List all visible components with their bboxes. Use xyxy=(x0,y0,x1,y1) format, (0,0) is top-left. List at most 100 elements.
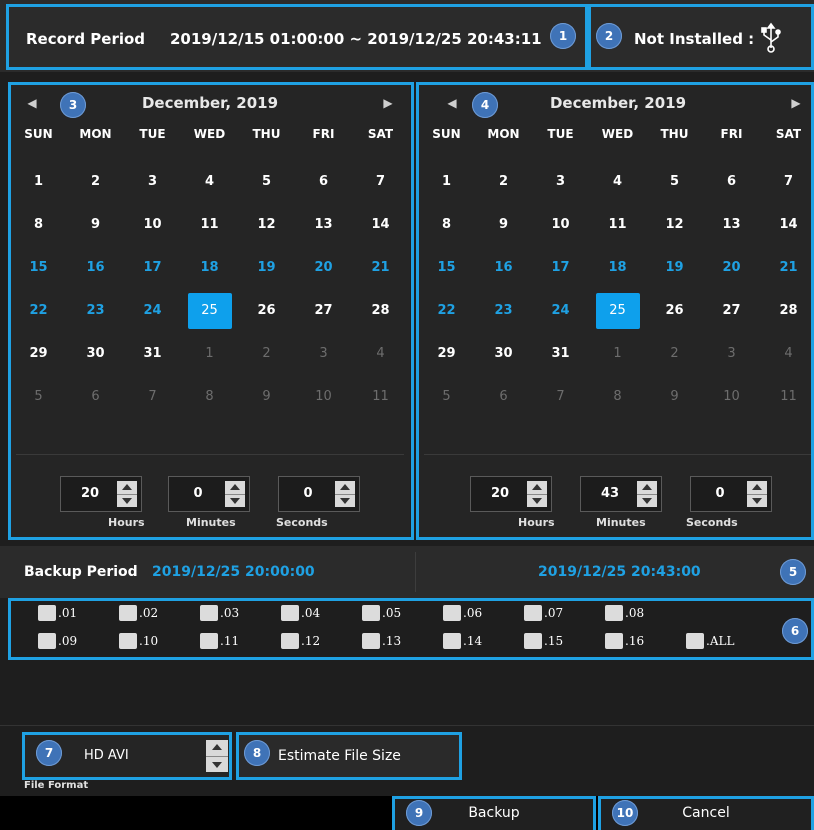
minutes-value[interactable]: 43 xyxy=(581,477,639,511)
calendar-day[interactable]: 2 xyxy=(262,346,270,361)
calendar-day[interactable]: 2 xyxy=(670,346,678,361)
minutes-spinner[interactable]: 43 xyxy=(580,476,662,512)
checkbox-icon[interactable] xyxy=(200,633,218,649)
calendar-day[interactable]: 3 xyxy=(727,346,735,361)
calendar-day[interactable]: 23 xyxy=(86,303,104,318)
calendar-day[interactable]: 7 xyxy=(376,174,385,189)
calendar-day[interactable]: 26 xyxy=(665,303,683,318)
checkbox-icon[interactable] xyxy=(281,633,299,649)
calendar-day[interactable]: 5 xyxy=(262,174,271,189)
calendar-day[interactable]: 2 xyxy=(499,174,508,189)
calendar-day[interactable]: 4 xyxy=(376,346,384,361)
checkbox-icon[interactable] xyxy=(38,633,56,649)
checkbox-icon[interactable] xyxy=(362,633,380,649)
estimate-file-size-button[interactable]: Estimate File Size xyxy=(238,734,462,778)
spin-down-arrow-icon[interactable] xyxy=(206,756,228,772)
next-month-arrow-icon[interactable]: ▶ xyxy=(380,96,396,112)
spin-up-arrow-icon[interactable] xyxy=(747,481,767,494)
calendar-day[interactable]: 10 xyxy=(143,217,161,232)
calendar-day[interactable]: 8 xyxy=(442,217,451,232)
calendar-day[interactable]: 24 xyxy=(143,303,161,318)
seconds-spinner[interactable]: 0 xyxy=(278,476,360,512)
calendar-day[interactable]: 8 xyxy=(34,217,43,232)
channel-checkbox[interactable]: .09 xyxy=(38,632,77,650)
calendar-day[interactable]: 7 xyxy=(556,389,564,404)
calendar-day[interactable]: 31 xyxy=(551,346,569,361)
calendar-day[interactable]: 27 xyxy=(722,303,740,318)
calendar-day[interactable]: 8 xyxy=(205,389,213,404)
calendar-day[interactable]: 6 xyxy=(319,174,328,189)
spin-up-arrow-icon[interactable] xyxy=(117,481,137,494)
calendar-day[interactable]: 5 xyxy=(34,389,42,404)
channel-checkbox[interactable]: .14 xyxy=(443,632,482,650)
checkbox-icon[interactable] xyxy=(119,633,137,649)
calendar-day[interactable]: 15 xyxy=(29,260,47,275)
spin-down-arrow-icon[interactable] xyxy=(747,494,767,507)
channel-checkbox[interactable]: .ALL xyxy=(686,632,734,650)
channel-checkbox[interactable]: .08 xyxy=(605,604,644,622)
calendar-day[interactable]: 21 xyxy=(779,260,797,275)
channel-checkbox[interactable]: .01 xyxy=(38,604,77,622)
checkbox-icon[interactable] xyxy=(119,605,137,621)
channel-checkbox[interactable]: .16 xyxy=(605,632,644,650)
calendar-day[interactable]: 19 xyxy=(665,260,683,275)
next-month-arrow-icon[interactable]: ▶ xyxy=(788,96,804,112)
seconds-spinner[interactable]: 0 xyxy=(690,476,772,512)
calendar-day[interactable]: 22 xyxy=(437,303,455,318)
calendar-day[interactable]: 18 xyxy=(608,260,626,275)
channel-checkbox[interactable]: .12 xyxy=(281,632,320,650)
calendar-day[interactable]: 10 xyxy=(723,389,740,404)
minutes-spinner[interactable]: 0 xyxy=(168,476,250,512)
calendar-day[interactable]: 3 xyxy=(319,346,327,361)
checkbox-icon[interactable] xyxy=(281,605,299,621)
spin-down-arrow-icon[interactable] xyxy=(225,494,245,507)
calendar-day[interactable]: 3 xyxy=(148,174,157,189)
minutes-value[interactable]: 0 xyxy=(169,477,227,511)
calendar-day[interactable]: 15 xyxy=(437,260,455,275)
calendar-day[interactable]: 6 xyxy=(499,389,507,404)
checkbox-icon[interactable] xyxy=(686,633,704,649)
calendar-day[interactable]: 9 xyxy=(91,217,100,232)
calendar-day[interactable]: 30 xyxy=(494,346,512,361)
calendar-day[interactable]: 14 xyxy=(371,217,389,232)
channel-checkbox[interactable]: .03 xyxy=(200,604,239,622)
channel-checkbox[interactable]: .13 xyxy=(362,632,401,650)
calendar-day[interactable]: 29 xyxy=(29,346,47,361)
calendar-day[interactable]: 27 xyxy=(314,303,332,318)
hours-spinner[interactable]: 20 xyxy=(60,476,142,512)
calendar-day[interactable]: 4 xyxy=(784,346,792,361)
calendar-day[interactable]: 13 xyxy=(722,217,740,232)
calendar-day[interactable]: 11 xyxy=(780,389,797,404)
calendar-day[interactable]: 4 xyxy=(613,174,622,189)
calendar-day[interactable]: 17 xyxy=(551,260,569,275)
calendar-day[interactable]: 7 xyxy=(148,389,156,404)
calendar-day[interactable]: 6 xyxy=(727,174,736,189)
calendar-day[interactable]: 21 xyxy=(371,260,389,275)
spin-down-arrow-icon[interactable] xyxy=(527,494,547,507)
spin-up-arrow-icon[interactable] xyxy=(225,481,245,494)
channel-checkbox[interactable]: .10 xyxy=(119,632,158,650)
checkbox-icon[interactable] xyxy=(200,605,218,621)
calendar-day[interactable]: 4 xyxy=(205,174,214,189)
calendar-day[interactable]: 2 xyxy=(91,174,100,189)
calendar-day[interactable]: 31 xyxy=(143,346,161,361)
channel-checkbox[interactable]: .02 xyxy=(119,604,158,622)
channel-checkbox[interactable]: .11 xyxy=(200,632,239,650)
calendar-day[interactable]: 16 xyxy=(494,260,512,275)
calendar-day[interactable]: 1 xyxy=(34,174,43,189)
checkbox-icon[interactable] xyxy=(443,633,461,649)
calendar-day[interactable]: 14 xyxy=(779,217,797,232)
spin-down-arrow-icon[interactable] xyxy=(637,494,657,507)
seconds-value[interactable]: 0 xyxy=(691,477,749,511)
channel-checkbox[interactable]: .05 xyxy=(362,604,401,622)
checkbox-icon[interactable] xyxy=(524,633,542,649)
hours-value[interactable]: 20 xyxy=(61,477,119,511)
hours-spinner[interactable]: 20 xyxy=(470,476,552,512)
calendar-day[interactable]: 13 xyxy=(314,217,332,232)
spin-down-arrow-icon[interactable] xyxy=(335,494,355,507)
calendar-day[interactable]: 20 xyxy=(722,260,740,275)
calendar-day[interactable]: 26 xyxy=(257,303,275,318)
checkbox-icon[interactable] xyxy=(605,633,623,649)
calendar-day[interactable]: 1 xyxy=(613,346,621,361)
calendar-day[interactable]: 28 xyxy=(779,303,797,318)
